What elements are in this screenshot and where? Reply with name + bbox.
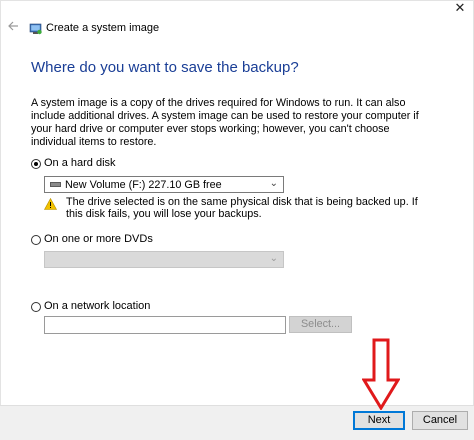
close-icon[interactable]: ✕ xyxy=(446,0,474,18)
hard-disk-selected-value: New Volume (F:) 227.10 GB free xyxy=(65,179,222,191)
hard-disk-label[interactable]: On a hard disk xyxy=(44,157,116,169)
chevron-down-icon: ⌄ xyxy=(269,178,278,189)
hard-disk-dropdown[interactable]: New Volume (F:) 227.10 GB free ⌄ xyxy=(44,176,284,193)
page-heading: Where do you want to save the backup? xyxy=(31,59,299,76)
hard-disk-radio[interactable] xyxy=(31,159,41,169)
drive-icon xyxy=(50,182,61,187)
dvd-radio[interactable] xyxy=(31,235,41,245)
network-radio[interactable] xyxy=(31,302,41,312)
network-label[interactable]: On a network location xyxy=(44,300,150,312)
warning-text: The drive selected is on the same physic… xyxy=(66,196,418,220)
cancel-button[interactable]: Cancel xyxy=(412,411,468,430)
network-location-input[interactable] xyxy=(44,316,286,334)
annotation-arrow-icon xyxy=(361,338,401,411)
dvd-dropdown[interactable]: ⌄ xyxy=(44,251,284,268)
warning-icon xyxy=(43,197,58,210)
select-network-button[interactable]: Select... xyxy=(289,316,352,333)
dvd-label[interactable]: On one or more DVDs xyxy=(44,233,153,245)
next-button[interactable]: Next xyxy=(353,411,405,430)
description-text: A system image is a copy of the drives r… xyxy=(31,97,419,148)
window-title: Create a system image xyxy=(46,22,160,34)
chevron-down-icon: ⌄ xyxy=(269,253,278,264)
backup-app-icon xyxy=(29,22,42,35)
back-arrow-icon[interactable] xyxy=(6,19,20,33)
